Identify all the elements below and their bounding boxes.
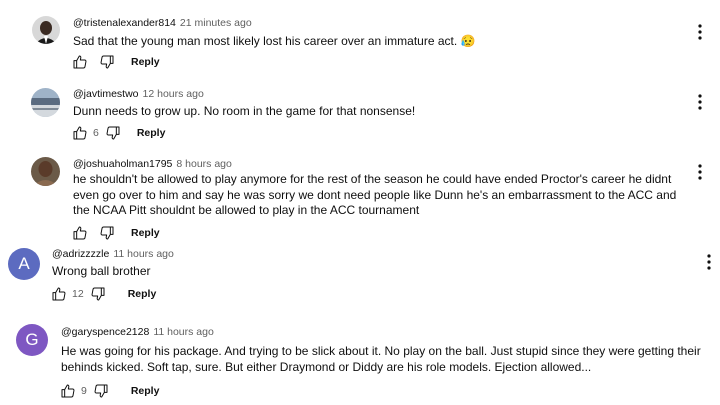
comment-author[interactable]: @javtimestwo [73,88,139,100]
comment-text: He was going for his package. And trying… [61,344,701,374]
thumbs-down-icon[interactable] [90,286,106,302]
thumbs-down-icon[interactable] [99,54,115,70]
comment-text: Wrong ball brother [52,264,151,278]
comment-text: he shouldn't be allowed to play anymore … [73,172,677,218]
more-vert-icon[interactable] [694,23,706,41]
more-vert-icon[interactable] [694,93,706,111]
reply-button[interactable]: Reply [131,56,160,68]
avatar-image [32,16,60,44]
comment-text: Sad that the young man most likely lost … [73,34,476,48]
like-count: 12 [72,288,84,300]
comment-time[interactable]: 11 hours ago [153,326,214,338]
avatar-image [31,157,60,186]
avatar-image [31,88,60,117]
thumbs-down-icon[interactable] [93,383,109,399]
comment-time[interactable]: 21 minutes ago [180,17,252,29]
more-vert-icon[interactable] [703,253,715,271]
comment-text: Dunn needs to grow up. No room in the ga… [73,104,416,118]
reply-button[interactable]: Reply [131,227,160,239]
thumbs-down-icon[interactable] [99,225,115,241]
comment-author[interactable]: @garyspence2128 [61,326,149,338]
thumbs-up-icon[interactable] [60,383,76,399]
comment-author[interactable]: @adrizzzzle [52,248,109,260]
avatar[interactable] [31,88,60,117]
reply-button[interactable]: Reply [131,385,160,397]
like-count: 6 [93,127,99,139]
avatar[interactable] [31,157,60,186]
more-vert-icon[interactable] [694,163,706,181]
reply-button[interactable]: Reply [128,288,157,300]
thumbs-down-icon[interactable] [105,125,121,141]
like-count: 9 [81,385,87,397]
thumbs-up-icon[interactable] [51,286,67,302]
avatar[interactable]: G [16,324,48,356]
thumbs-up-icon[interactable] [72,54,88,70]
comment-author[interactable]: @tristenalexander814 [73,17,176,29]
comment-time[interactable]: 12 hours ago [143,88,204,100]
comment-time[interactable]: 11 hours ago [113,248,174,260]
comment-author[interactable]: @joshuaholman1795 [73,158,172,170]
avatar[interactable]: A [8,248,40,280]
avatar[interactable] [32,16,60,44]
reply-button[interactable]: Reply [137,127,166,139]
thumbs-up-icon[interactable] [72,125,88,141]
thumbs-up-icon[interactable] [72,225,88,241]
comment-time[interactable]: 8 hours ago [176,158,231,170]
